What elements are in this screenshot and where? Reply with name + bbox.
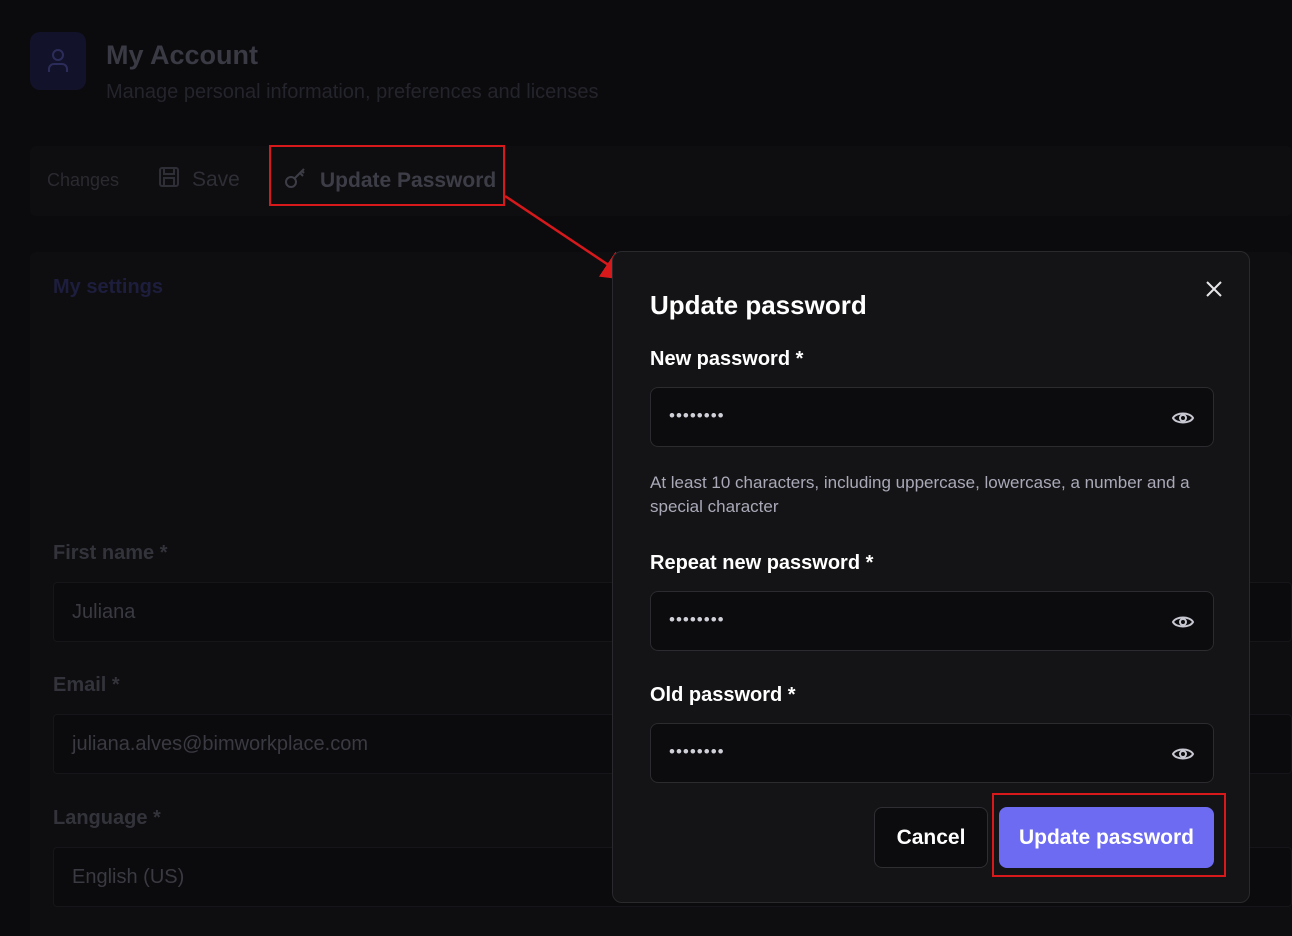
save-button-label: Save <box>192 168 240 191</box>
settings-title: My settings <box>53 276 164 298</box>
changes-indicator: Changes <box>47 170 120 190</box>
eye-icon[interactable] <box>1171 742 1195 766</box>
page-header: My Account Manage personal information, … <box>30 32 599 104</box>
highlight-submit-button <box>992 793 1226 877</box>
cancel-button[interactable]: Cancel <box>874 807 988 868</box>
page-title: My Account <box>106 40 259 70</box>
close-icon[interactable] <box>1201 276 1227 302</box>
eye-icon[interactable] <box>1171 406 1195 430</box>
repeat-password-field[interactable]: •••••••• <box>650 591 1214 651</box>
new-password-label: New password * <box>650 348 804 370</box>
save-icon <box>158 166 180 194</box>
email-label: Email * <box>53 674 120 696</box>
highlight-update-password-button <box>269 145 505 206</box>
repeat-password-label: Repeat new password * <box>650 552 874 574</box>
old-password-value: •••••••• <box>669 742 725 761</box>
toolbar: Changes Save Update Password <box>30 146 1292 216</box>
old-password-field[interactable]: •••••••• <box>650 723 1214 783</box>
first-name-label: First name * <box>53 542 168 564</box>
language-label: Language * <box>53 807 161 829</box>
old-password-label: Old password * <box>650 684 796 706</box>
page-subtitle: Manage personal information, preferences… <box>106 81 599 103</box>
user-icon <box>30 32 86 90</box>
repeat-password-value: •••••••• <box>669 610 725 629</box>
password-requirements-hint: At least 10 characters, including upperc… <box>650 473 1190 516</box>
save-button[interactable]: Save <box>158 166 240 194</box>
dialog-title: Update password <box>650 290 867 320</box>
eye-icon[interactable] <box>1171 610 1195 634</box>
new-password-value: •••••••• <box>669 406 725 425</box>
new-password-field[interactable]: •••••••• <box>650 387 1214 447</box>
